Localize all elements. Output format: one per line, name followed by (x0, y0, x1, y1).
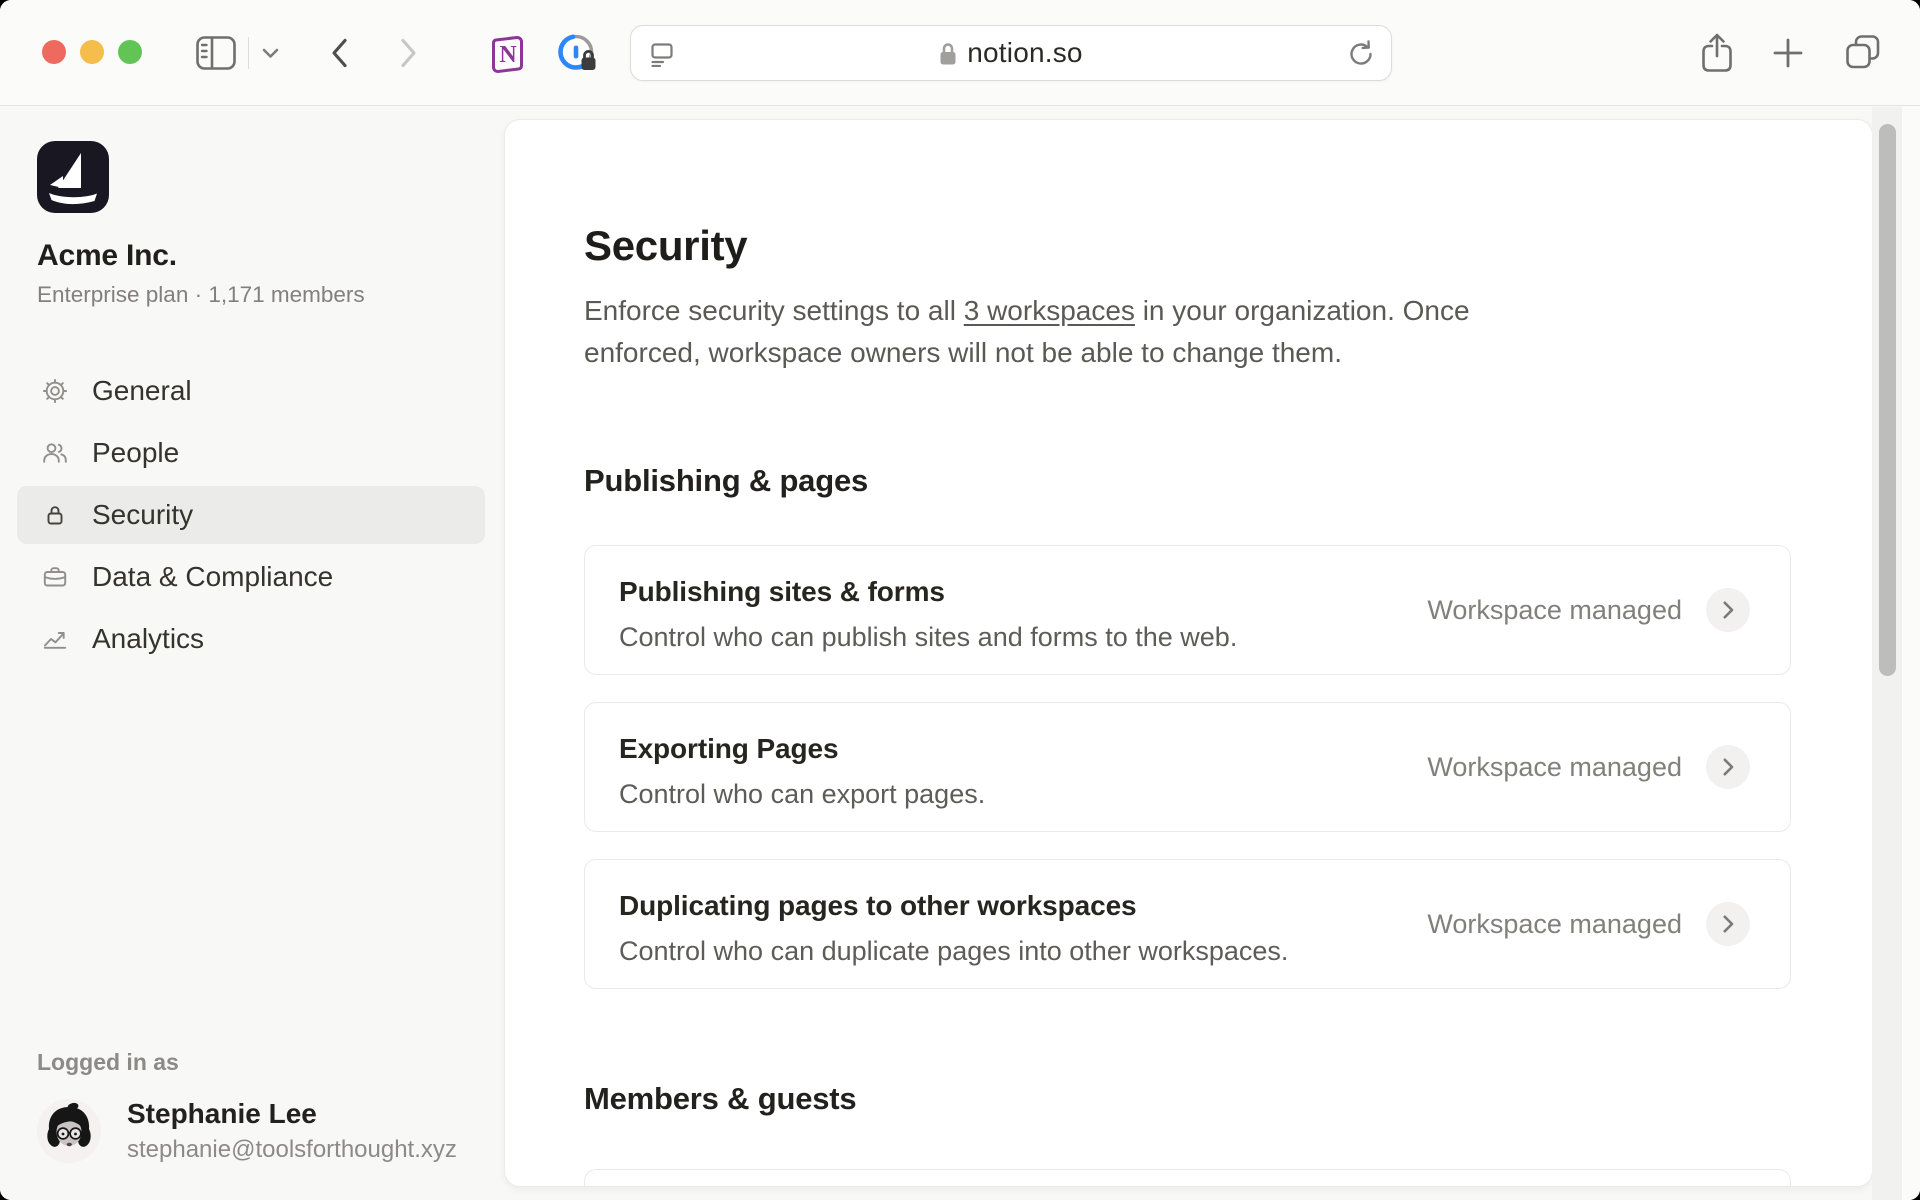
chevron-down-icon (262, 48, 279, 59)
sidebar-item-label: Analytics (92, 623, 204, 655)
settings-content: Security Enforce security settings to al… (505, 224, 1872, 1187)
sidebar-item-label: Data & Compliance (92, 561, 333, 593)
chevron-right-button[interactable] (1706, 902, 1750, 946)
sidebar-item-security[interactable]: Security (17, 486, 485, 544)
status-text: Workspace managed (1427, 752, 1682, 783)
plus-icon (1772, 37, 1804, 69)
share-button[interactable] (1700, 32, 1734, 74)
toolbar-divider (248, 37, 249, 69)
url-text: notion.so (967, 37, 1082, 69)
company-name: Acme Inc. (37, 239, 504, 273)
tab-overview-button[interactable] (1844, 33, 1882, 71)
chevron-right-button[interactable] (1706, 588, 1750, 632)
share-icon (1700, 32, 1734, 74)
sidebar-item-label: People (92, 437, 179, 469)
scrollbar-right-margin (1902, 107, 1920, 1200)
setting-card-control: Workspace managed (1427, 902, 1750, 946)
chevron-right-icon (1723, 758, 1734, 776)
sidebar-toggle-button[interactable] (196, 36, 236, 70)
forward-button[interactable] (400, 38, 418, 68)
browser-window: N (0, 0, 1920, 1200)
lock-icon (42, 502, 68, 528)
main-panel: Security Enforce security settings to al… (504, 119, 1873, 1187)
onepassword-lock-icon (554, 30, 602, 78)
close-window-button[interactable] (42, 40, 66, 64)
reload-icon (1347, 40, 1375, 68)
user-avatar (37, 1099, 101, 1163)
avatar-illustration-icon (37, 1099, 101, 1163)
sidebar-item-data-compliance[interactable]: Data & Compliance (17, 548, 485, 606)
user-email: stephanie@toolsforthought.xyz (127, 1136, 457, 1164)
status-text: Workspace managed (1427, 909, 1682, 940)
sidebar-item-people[interactable]: People (17, 424, 485, 482)
section-heading-publishing: Publishing & pages (584, 464, 1789, 498)
reload-button[interactable] (1347, 40, 1375, 68)
back-button[interactable] (330, 38, 348, 68)
section-heading-members: Members & guests (584, 1082, 1789, 1116)
people-icon (42, 440, 68, 466)
description-text: Enforce security settings to all (584, 295, 964, 326)
new-tab-button[interactable] (1772, 37, 1804, 69)
back-chevron-icon (330, 38, 348, 68)
user-meta: Stephanie Lee stephanie@toolsforthought.… (127, 1098, 457, 1164)
sidebar-item-label: General (92, 375, 192, 407)
setting-card-control: Workspace managed (1427, 588, 1750, 632)
chevron-right-icon (1723, 601, 1734, 619)
zoom-window-button[interactable] (118, 40, 142, 64)
sidebar-item-analytics[interactable]: Analytics (17, 610, 485, 668)
status-text: Workspace managed (1427, 595, 1682, 626)
sidebar-item-label: Security (92, 499, 193, 531)
tab-overview-icon (1844, 33, 1882, 71)
setting-card-publishing-sites[interactable]: Publishing sites & forms Control who can… (584, 545, 1791, 675)
setting-card-control: Workspace managed (1427, 745, 1750, 789)
notion-extension-button[interactable]: N (485, 32, 527, 74)
logged-in-label: Logged in as (37, 1049, 457, 1076)
gear-icon (42, 378, 68, 404)
browser-toolbar: N (0, 0, 1920, 106)
chevron-right-button[interactable] (1706, 745, 1750, 789)
page-title: Security (584, 224, 1789, 268)
user-name: Stephanie Lee (127, 1098, 457, 1130)
description-text: enforced, workspace owners will not be a… (584, 337, 1342, 368)
sidebar-nav: General People (37, 362, 504, 668)
scrollbar-thumb[interactable] (1879, 124, 1896, 676)
setting-card-duplicating-pages[interactable]: Duplicating pages to other workspaces Co… (584, 859, 1791, 989)
description-text: in your organization. Once (1135, 295, 1470, 326)
setting-card-exporting-pages[interactable]: Exporting Pages Control who can export p… (584, 702, 1791, 832)
onepassword-extension-button[interactable] (554, 30, 602, 78)
secure-lock-icon (939, 41, 957, 66)
svg-text:N: N (499, 42, 517, 68)
briefcase-icon (42, 564, 68, 590)
chevron-right-icon (1723, 915, 1734, 933)
user-row: Stephanie Lee stephanie@toolsforthought.… (37, 1098, 457, 1164)
sidebar-item-general[interactable]: General (17, 362, 485, 420)
workspace-logo (37, 141, 109, 213)
notion-extension-icon: N (485, 32, 527, 74)
sidebar: Acme Inc. Enterprise plan · 1,171 member… (0, 107, 504, 1200)
setting-card-partial[interactable] (584, 1169, 1791, 1187)
page-body: Acme Inc. Enterprise plan · 1,171 member… (0, 107, 1920, 1200)
sidebar-footer: Logged in as (37, 1049, 457, 1164)
plan-info: Enterprise plan · 1,171 members (37, 282, 504, 308)
url-field[interactable]: notion.so (630, 25, 1392, 81)
tab-group-menu-button[interactable] (262, 48, 279, 59)
workspaces-link[interactable]: 3 workspaces (964, 295, 1135, 326)
sidebar-toggle-icon (196, 36, 236, 70)
sailboat-icon (37, 141, 109, 213)
line-chart-icon (42, 626, 68, 652)
forward-chevron-icon (400, 38, 418, 68)
page-description: Enforce security settings to all 3 works… (584, 290, 1594, 374)
minimize-window-button[interactable] (80, 40, 104, 64)
